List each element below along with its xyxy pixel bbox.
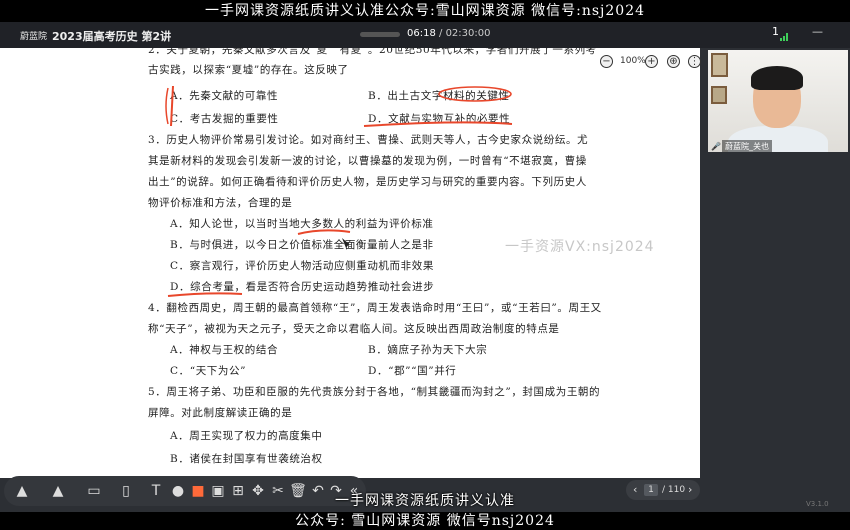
top-watermark-banner: 一手网课资源纸质讲义认准公众号:雪山网课资源 微信号:nsj2024 <box>0 0 850 22</box>
doc-line: C．察言观行，评价历史人物活动应侧重动机而非效果 <box>170 260 434 272</box>
teacher-camera: 🎤 蔚蓝院_关也 <box>708 50 848 152</box>
fit-page-icon[interactable]: ⊕ <box>667 55 680 68</box>
doc-margin-left <box>0 48 60 478</box>
minimize-button[interactable]: — <box>812 25 823 38</box>
progress-track[interactable] <box>360 32 400 37</box>
time-current: 06:18 <box>407 28 436 39</box>
signal-icon <box>778 33 790 41</box>
bottom-watermark-banner: 公众号: 雪山网课资源 微信号nsj2024 <box>0 512 850 530</box>
doc-line: 物评价标准和方法，合理的是 <box>148 197 293 209</box>
app-logo: 蔚蓝院 <box>20 32 48 42</box>
doc-line: 3．历史人物评价常易引发讨论。如对商纣王、曹操、武则天等人，古今史家众说纷纭。尤 <box>148 134 589 146</box>
doc-line: 屏障。对此制度解读正确的是 <box>148 407 293 419</box>
bottom-watermark: 一手网课资源纸质讲义认准 <box>335 493 515 509</box>
title-bar: 蔚蓝院 2023届高考历史 第2讲 06:18 / 02:30:00 1 — <box>0 22 850 48</box>
doc-line: 其是新材料的发现会引发新一波的讨论，以曹操墓的发现为例，一时曾有“不堪寂寞，曹操 <box>148 155 587 167</box>
course-title: 2023届高考历史 第2讲 <box>52 30 172 43</box>
wall-frame <box>711 53 728 77</box>
wall-frame <box>711 86 727 104</box>
doc-line: D．文献与实物互补的必要性 <box>368 113 511 125</box>
doc-line: C．“天下为公” <box>170 365 247 377</box>
playback-time: 06:18 / 02:30:00 <box>407 28 491 39</box>
document-page: 2．关于夏朝，先秦文献多次言及“夏”“有夏”。20世纪50年代以来，学者们开展了… <box>60 48 662 478</box>
doc-line: C．考古发掘的重要性 <box>170 113 279 125</box>
doc-line: D．综合考量，看是否符合历史运动趋势推动社会进步 <box>170 281 435 293</box>
zoom-in-button[interactable]: + <box>645 55 658 68</box>
doc-line: A．神权与王权的结合 <box>170 344 279 356</box>
doc-line: A．知人论世，以当时当地大多数人的利益为评价标准 <box>170 218 434 230</box>
doc-line: A．周王实现了权力的高度集中 <box>170 430 323 442</box>
center-watermark: 一手资源VX:nsj2024 <box>505 239 655 255</box>
teacher-name: 蔚蓝院_关也 <box>722 140 772 152</box>
doc-line: D．“郡”“国”并行 <box>368 365 457 377</box>
zoom-controls: − 100% + ⊕ ⋮ <box>0 48 701 76</box>
doc-line: B．出土古文字材料的关键性 <box>368 90 510 102</box>
doc-line: B．与时俱进，以今日之价值标准全面衡量前人之是非 <box>170 239 434 251</box>
zoom-out-button[interactable]: − <box>600 55 613 68</box>
mic-icon: 🎤 <box>711 142 721 151</box>
doc-line: B．诸侯在封国享有世袭统治权 <box>170 453 323 465</box>
doc-line: B．嫡庶子孙为天下大宗 <box>368 344 488 356</box>
teacher-hair <box>751 66 803 90</box>
doc-line: 称“天子”，被视为天之元子，受天之命以君临人间。这反映出西周政治制度的特点是 <box>148 323 560 335</box>
doc-line: 4．翻检西周史，周王朝的最高首领称“王”，周王发表诰命时用“王曰”，或“王若曰”… <box>148 302 602 314</box>
doc-line: A．先秦文献的可靠性 <box>170 90 279 102</box>
time-total: 02:30:00 <box>445 28 491 39</box>
zoom-level: 100% <box>620 56 646 66</box>
doc-line: 5．周王将子弟、功臣和臣服的先代贵族分封于各地，“制其畿疆而沟封之”，封国成为王… <box>148 386 601 398</box>
doc-line: 出土”的说辞。如何正确看待和评价历史人物，是历史学习与研究的重要内容。下列历史人 <box>148 176 587 188</box>
doc-margin-right <box>662 48 700 478</box>
more-options-icon[interactable]: ⋮ <box>688 55 701 68</box>
